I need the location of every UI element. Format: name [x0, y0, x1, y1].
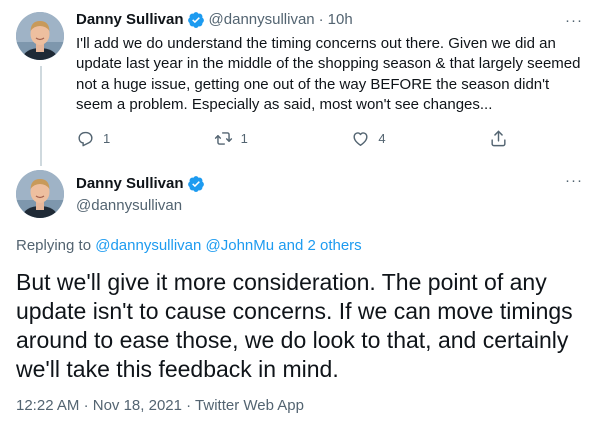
author-handle[interactable]: @dannysullivan — [209, 10, 315, 30]
verified-badge-icon — [187, 12, 204, 28]
verified-badge-icon — [187, 176, 204, 192]
retweet-button[interactable]: 1 — [214, 128, 248, 148]
tweet-date[interactable]: Nov 18, 2021 — [93, 397, 182, 414]
author-name[interactable]: Danny Sullivan — [76, 174, 184, 194]
avatar[interactable] — [16, 170, 64, 218]
meta-separator: · — [83, 397, 89, 414]
author-handle[interactable]: @dannysullivan — [76, 196, 182, 216]
reply-button[interactable]: 1 — [76, 128, 110, 148]
replying-user-link[interactable]: @dannysullivan — [95, 237, 201, 254]
heart-icon — [353, 131, 368, 146]
thread-connector-line — [40, 66, 42, 166]
meta-separator: · — [186, 397, 192, 414]
retweet-icon — [214, 131, 232, 145]
avatar[interactable] — [16, 12, 64, 60]
replying-user-link[interactable]: @JohnMu — [206, 237, 275, 254]
tweet-time[interactable]: 12:22 AM — [16, 397, 79, 414]
author-name[interactable]: Danny Sullivan — [76, 10, 184, 30]
like-button[interactable]: 4 — [351, 128, 386, 148]
header-separator: · — [318, 11, 324, 28]
reply-icon — [78, 131, 93, 146]
share-icon — [491, 130, 506, 146]
avatar-image — [16, 170, 64, 218]
share-button[interactable] — [489, 128, 508, 148]
tweet-actions: 1 1 4 — [76, 128, 508, 148]
tweet-header: Danny Sullivan @dannysullivan · 10h — [76, 10, 353, 30]
replying-to: Replying to @dannysullivan @JohnMu and 2… — [16, 236, 362, 256]
avatar-image — [16, 12, 64, 60]
replying-others-link[interactable]: and 2 others — [278, 237, 361, 254]
tweet-header: Danny Sullivan — [76, 174, 209, 194]
retweet-count: 1 — [240, 130, 248, 146]
more-icon[interactable]: ··· — [564, 13, 584, 36]
replying-prefix: Replying to — [16, 237, 92, 254]
tweet-source[interactable]: Twitter Web App — [195, 397, 304, 414]
like-count: 4 — [378, 130, 386, 146]
tweet-metadata: 12:22 AM · Nov 18, 2021 · Twitter Web Ap… — [16, 396, 304, 416]
tweet-text: But we'll give it more consideration. Th… — [16, 269, 573, 382]
tweet-time[interactable]: 10h — [328, 10, 353, 30]
tweet-text: I'll add we do understand the timing con… — [76, 35, 581, 113]
reply-count: 1 — [103, 130, 111, 146]
more-icon[interactable]: ··· — [564, 173, 584, 196]
